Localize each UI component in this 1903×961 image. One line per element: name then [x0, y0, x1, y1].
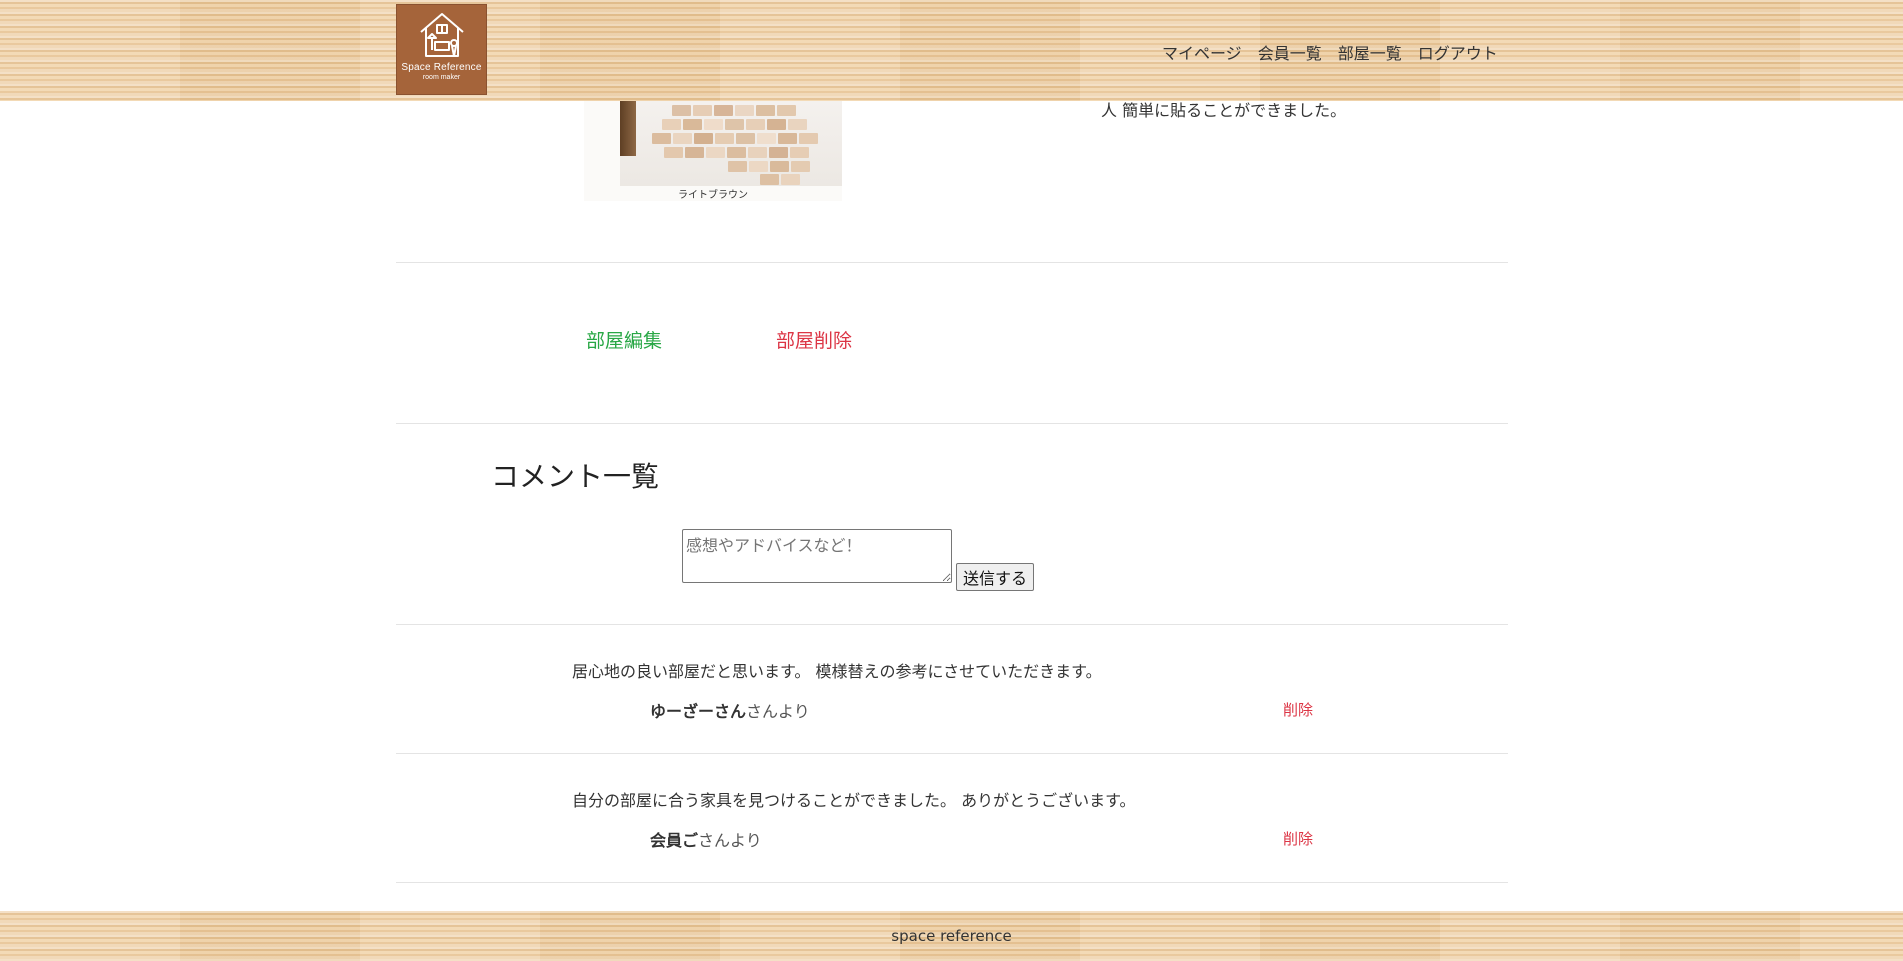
divider — [396, 753, 1508, 754]
edit-room-link[interactable]: 部屋編集 — [586, 326, 662, 353]
photo-caption: ライトブラウン — [678, 190, 748, 201]
send-comment-button[interactable]: 送信する — [956, 563, 1035, 591]
comment-text: 居心地の良い部屋だと思います。 模様替えの参考にさせていただきます。 — [572, 662, 1102, 681]
footer-text: space reference — [891, 927, 1012, 945]
main-nav: マイページ 会員一覧 部屋一覧 ログアウト — [1162, 40, 1498, 64]
comment-input[interactable] — [682, 529, 952, 583]
house-logo-icon — [419, 13, 464, 57]
logo-subtitle: room maker — [422, 74, 461, 81]
comment-author-suffix: さんより — [746, 702, 810, 721]
nav-members-link[interactable]: 会員一覧 — [1258, 40, 1322, 64]
delete-comment-link[interactable]: 削除 — [1283, 828, 1313, 849]
comment-text: 自分の部屋に合う家具を見つけることができました。 ありがとうございます。 — [572, 791, 1136, 810]
divider — [396, 882, 1508, 883]
site-logo[interactable]: Space Reference room maker — [396, 4, 487, 95]
delete-comment-link[interactable]: 削除 — [1283, 699, 1313, 720]
divider — [396, 423, 1508, 424]
comment-author: 会員ごさんより — [650, 827, 762, 851]
comments-heading: コメント一覧 — [491, 460, 660, 493]
nav-rooms-link[interactable]: 部屋一覧 — [1338, 40, 1402, 64]
logo-title: Space Reference — [401, 62, 482, 73]
nav-mypage-link[interactable]: マイページ — [1162, 40, 1242, 64]
divider — [396, 624, 1508, 625]
site-footer: space reference — [0, 911, 1903, 961]
site-header: Space Reference room maker マイページ 会員一覧 部屋… — [0, 0, 1903, 101]
divider — [396, 262, 1508, 263]
room-photo: ライトブラウン — [584, 101, 842, 201]
photo-shadow — [620, 101, 636, 156]
comment-author-name: 会員ご — [650, 831, 699, 850]
nav-logout-link[interactable]: ログアウト — [1418, 40, 1498, 64]
brick-tile-image — [620, 101, 842, 186]
comment-author-suffix: さんより — [698, 831, 762, 850]
comment-author: ゆーざーさんさんより — [650, 698, 810, 722]
delete-room-link[interactable]: 部屋削除 — [776, 326, 852, 353]
comment-author-name: ゆーざーさん — [650, 702, 747, 721]
